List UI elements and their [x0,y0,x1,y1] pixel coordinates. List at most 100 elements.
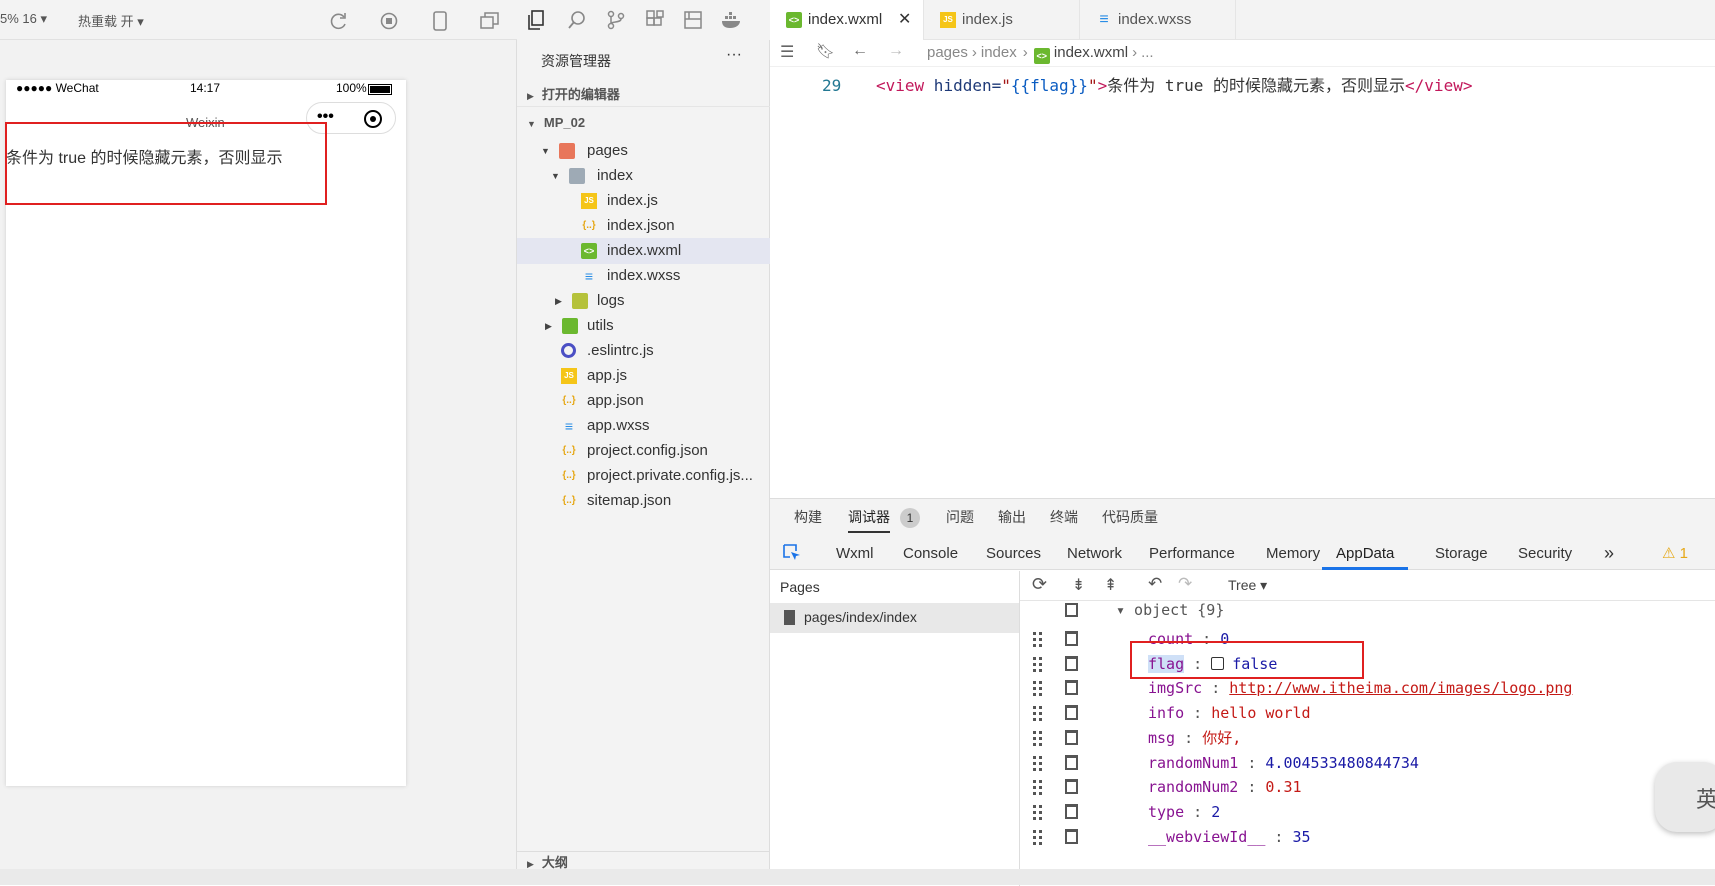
tab-memory[interactable]: Memory [1266,537,1320,570]
appdata-row[interactable]: __webviewId__ : 35 [1148,824,1311,851]
drag-handle-icon[interactable] [1032,803,1044,823]
tab-problems[interactable]: 问题 [946,499,974,535]
appdata-row[interactable]: randomNum2 : 0.31 [1148,774,1302,801]
page-item[interactable]: pages/index/index [770,603,1019,633]
editor-panel: <> index.wxml ✕ JS index.js ≡ index.wxss… [770,0,1715,498]
close-icon[interactable]: ✕ [898,0,911,40]
drag-handle-icon[interactable] [1032,828,1044,848]
appdata-row[interactable]: type : 2 [1148,799,1220,826]
project-section[interactable]: ▼ MP_02 [517,111,770,135]
tree-item-index-wxml[interactable]: <> index.wxml [517,238,770,264]
tab-network[interactable]: Network [1067,537,1122,570]
drag-handle-icon[interactable] [1032,704,1044,724]
extensions-icon[interactable] [645,10,665,30]
close-capsule-icon[interactable] [364,110,382,128]
tab-index-js[interactable]: JS index.js [924,0,1080,40]
row-menu-icon[interactable] [1065,705,1078,721]
tree-item-sitemap[interactable]: {..} sitemap.json [517,488,770,514]
zoom-select[interactable]: 5% 16 ▾ [0,11,47,27]
tab-appdata[interactable]: AppData [1322,537,1409,570]
tab-index-wxml[interactable]: <> index.wxml ✕ [770,0,924,40]
tab-console[interactable]: Console [903,537,958,570]
tree-item-app-json[interactable]: {..} app.json [517,388,770,414]
more-tabs-icon[interactable]: » [1604,537,1614,570]
list-icon[interactable]: ☰ [780,42,794,62]
separator: : [1238,778,1266,797]
more-actions-icon[interactable]: ··· [726,46,742,64]
tab-index-wxss[interactable]: ≡ index.wxss [1080,0,1236,40]
drag-handle-icon[interactable] [1032,679,1044,699]
files-icon[interactable] [527,10,545,30]
inspect-icon[interactable] [782,543,802,563]
tab-output[interactable]: 输出 [998,499,1026,535]
drag-handle-icon[interactable] [1032,754,1044,774]
refresh-icon[interactable]: ⟳ [1032,574,1047,595]
window-icon[interactable] [480,12,500,30]
row-menu-icon[interactable] [1065,779,1078,795]
view-mode-select[interactable]: Tree ▾ [1228,577,1267,594]
row-menu-icon[interactable] [1065,680,1078,696]
tab-performance[interactable]: Performance [1149,537,1235,570]
drag-handle-icon[interactable] [1032,729,1044,749]
appdata-key: randomNum2 [1148,778,1239,797]
tab-storage[interactable]: Storage [1435,537,1488,570]
tree-item-index-json[interactable]: {..} index.json [517,213,770,239]
tree-item-utils[interactable]: ▶ utils [517,313,770,339]
row-menu-icon[interactable] [1065,603,1078,617]
refresh-icon[interactable] [330,12,348,30]
appdata-row[interactable]: randomNum1 : 4.004533480844734 [1148,750,1419,777]
tree-item-logs[interactable]: ▶ logs [517,288,770,314]
redo-icon[interactable]: ↷ [1178,574,1192,594]
forward-icon[interactable]: → [888,42,904,60]
undo-icon[interactable]: ↶ [1148,574,1162,594]
tree-item-index-wxss[interactable]: ≡ index.wxss [517,263,770,289]
stop-icon[interactable] [380,12,398,30]
object-root[interactable]: ▾ object {9} [1116,601,1224,619]
tab-code-quality[interactable]: 代码质量 [1102,499,1158,535]
tree-item-app-js[interactable]: JS app.js [517,363,770,389]
tree-item-app-wxss[interactable]: ≡ app.wxss [517,413,770,439]
phone-icon[interactable] [432,11,448,31]
tree-item-pages[interactable]: ▼ pages [517,138,770,164]
search-icon[interactable] [567,10,587,30]
hot-reload-toggle[interactable]: 热重载 开 ▾ [78,11,144,30]
docker-icon[interactable] [721,10,743,30]
collapse-all-icon[interactable]: ⇟ [1072,575,1085,595]
storage-icon[interactable] [683,10,703,30]
drag-handle-icon[interactable] [1032,630,1044,650]
row-menu-icon[interactable] [1065,754,1078,770]
appdata-row[interactable]: imgSrc : http://www.itheima.com/images/l… [1148,675,1572,702]
tree-item-index-folder[interactable]: ▼ index [517,163,770,189]
drag-handle-icon[interactable] [1032,778,1044,798]
tree-item-project-config[interactable]: {..} project.config.json [517,438,770,464]
json-file-icon: {..} [562,445,576,456]
back-icon[interactable]: ← [852,42,868,60]
row-menu-icon[interactable] [1065,655,1078,671]
row-menu-icon[interactable] [1065,729,1078,745]
bookmark-icon[interactable]: 🔖︎ [816,42,835,60]
code-line[interactable]: 29 <view hidden="{{flag}}">条件为 true 的时候隐… [770,72,1715,100]
tree-item-project-private-config[interactable]: {..} project.private.config.js... [517,463,770,489]
tree-item-eslintrc[interactable]: .eslintrc.js [517,338,770,364]
appdata-row[interactable]: info : hello world [1148,700,1311,727]
code-text[interactable]: <view hidden="{{flag}}">条件为 true 的时候隐藏元素… [876,72,1472,100]
expand-all-icon[interactable]: ⇞ [1104,575,1117,595]
appdata-value[interactable]: http://www.itheima.com/images/logo.png [1229,679,1572,697]
tab-terminal[interactable]: 终端 [1050,499,1078,535]
row-menu-icon[interactable] [1065,803,1078,819]
warning-count[interactable]: ⚠ 1 [1662,537,1688,570]
row-menu-icon[interactable] [1065,631,1078,646]
tab-sources[interactable]: Sources [986,537,1041,570]
tree-item-index-js[interactable]: JS index.js [517,188,770,214]
tab-build[interactable]: 构建 [794,499,822,535]
drag-handle-icon[interactable] [1032,655,1044,675]
tab-security[interactable]: Security [1518,537,1572,570]
tab-debugger[interactable]: 调试器 [848,499,890,533]
git-icon[interactable] [607,10,625,30]
chevron-right-icon: ▶ [527,859,534,869]
row-menu-icon[interactable] [1065,828,1078,844]
appdata-row[interactable]: msg : 你好, [1148,725,1241,752]
open-editors-section[interactable]: ▶ 打开的编辑器 [517,83,770,107]
ime-widget[interactable]: 英 [1655,762,1715,832]
tab-wxml[interactable]: Wxml [836,537,874,570]
